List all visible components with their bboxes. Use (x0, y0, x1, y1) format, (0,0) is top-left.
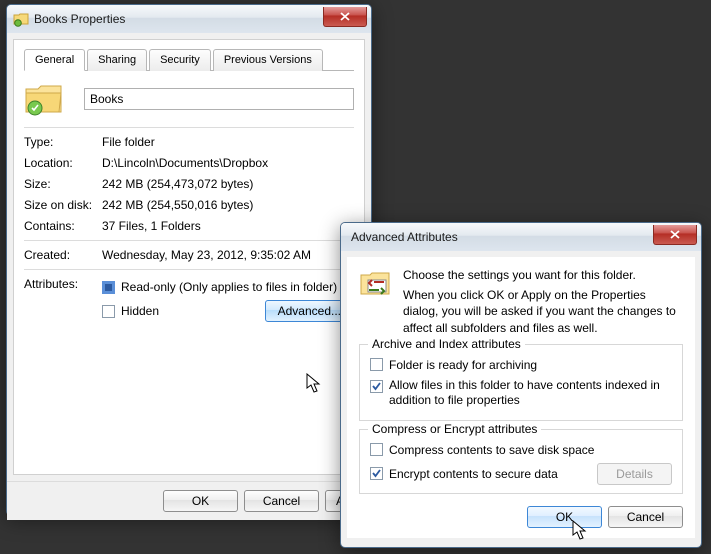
contains-value: 37 Files, 1 Folders (102, 219, 354, 233)
advanced-attributes-window: Advanced Attributes Choose the settings … (340, 222, 702, 548)
separator (24, 240, 354, 241)
cancel-button[interactable]: Cancel (244, 490, 319, 512)
properties-titlebar[interactable]: Books Properties (7, 5, 371, 33)
advanced-titlebar[interactable]: Advanced Attributes (341, 223, 701, 251)
tab-label: Previous Versions (224, 54, 312, 66)
attributes-label: Attributes: (24, 277, 102, 291)
indexing-label: Allow files in this folder to have conte… (389, 378, 672, 409)
group-legend: Compress or Encrypt attributes (368, 422, 541, 436)
archiving-checkbox[interactable] (370, 358, 383, 371)
size-on-disk-value: 242 MB (254,550,016 bytes) (102, 198, 354, 212)
advanced-title: Advanced Attributes (351, 230, 458, 244)
properties-client: General Sharing Security Previous Versio… (13, 39, 365, 475)
button-label: Details (616, 467, 653, 481)
readonly-checkbox[interactable] (102, 281, 115, 294)
separator (24, 127, 354, 128)
contains-label: Contains: (24, 219, 102, 233)
tab-label: Security (160, 54, 200, 66)
tab-label: General (35, 54, 74, 66)
created-label: Created: (24, 248, 102, 262)
properties-window: Books Properties General Sharing Securit… (6, 4, 372, 516)
tab-security[interactable]: Security (149, 49, 211, 71)
properties-button-row: OK Cancel Apply (7, 481, 371, 520)
button-label: Cancel (263, 494, 300, 508)
compress-encrypt-group: Compress or Encrypt attributes Compress … (359, 429, 683, 494)
intro-line-2: When you click OK or Apply on the Proper… (403, 287, 683, 336)
folder-large-icon (24, 81, 64, 117)
cancel-button[interactable]: Cancel (608, 506, 683, 528)
encrypt-label: Encrypt contents to secure data (389, 467, 558, 481)
ok-button[interactable]: OK (163, 490, 238, 512)
hidden-checkbox[interactable] (102, 305, 115, 318)
compress-label: Compress contents to save disk space (389, 443, 594, 457)
size-label: Size: (24, 177, 102, 191)
group-legend: Archive and Index attributes (368, 337, 525, 351)
folder-icon (13, 11, 29, 27)
size-value: 242 MB (254,473,072 bytes) (102, 177, 354, 191)
details-button[interactable]: Details (597, 463, 672, 485)
readonly-label: Read-only (Only applies to files in fold… (121, 280, 337, 294)
button-label: Cancel (627, 510, 664, 524)
location-value: D:\Lincoln\Documents\Dropbox (102, 156, 354, 170)
close-button[interactable] (653, 225, 697, 245)
tab-previous-versions[interactable]: Previous Versions (213, 49, 323, 71)
type-value: File folder (102, 135, 354, 149)
indexing-checkbox[interactable] (370, 380, 383, 393)
tab-sharing[interactable]: Sharing (87, 49, 147, 71)
tab-strip: General Sharing Security Previous Versio… (24, 48, 354, 71)
properties-title: Books Properties (34, 12, 125, 26)
button-label: Advanced... (278, 304, 341, 318)
tab-label: Sharing (98, 54, 136, 66)
archive-index-group: Archive and Index attributes Folder is r… (359, 344, 683, 421)
archiving-label: Folder is ready for archiving (389, 358, 537, 372)
compress-checkbox[interactable] (370, 443, 383, 456)
advanced-client: Choose the settings you want for this fo… (347, 257, 695, 538)
intro-line-1: Choose the settings you want for this fo… (403, 267, 683, 283)
hidden-label: Hidden (121, 304, 159, 318)
location-label: Location: (24, 156, 102, 170)
tab-general[interactable]: General (24, 49, 85, 71)
button-label: OK (192, 494, 209, 508)
created-value: Wednesday, May 23, 2012, 9:35:02 AM (102, 248, 354, 262)
ok-button[interactable]: OK (527, 506, 602, 528)
folder-name-input[interactable] (84, 88, 354, 110)
folder-settings-icon (359, 267, 391, 299)
encrypt-checkbox[interactable] (370, 467, 383, 480)
type-label: Type: (24, 135, 102, 149)
close-button[interactable] (323, 7, 367, 27)
size-on-disk-label: Size on disk: (24, 198, 102, 212)
button-label: OK (556, 510, 573, 524)
separator (24, 269, 354, 270)
